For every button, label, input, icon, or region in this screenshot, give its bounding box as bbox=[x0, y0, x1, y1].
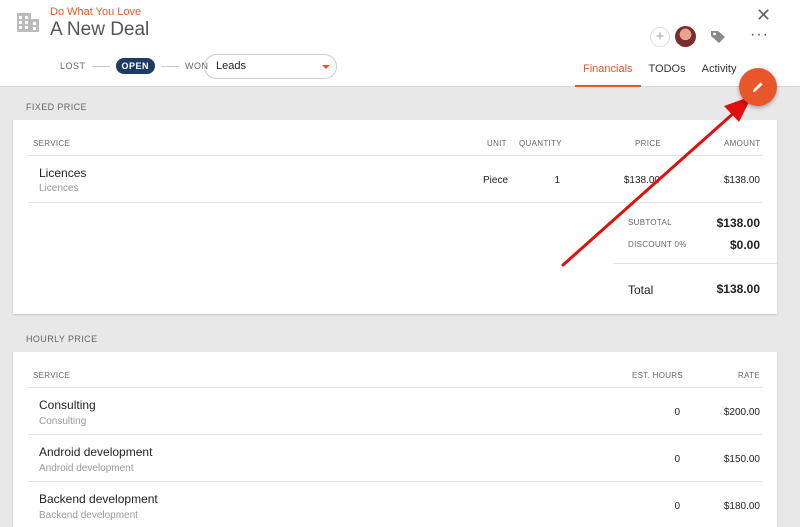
deal-header: Do What You Love A New Deal LOST OPEN WO… bbox=[0, 0, 800, 87]
service-name: Consulting bbox=[39, 398, 96, 412]
building-icon bbox=[17, 13, 39, 32]
close-icon[interactable]: ✕ bbox=[756, 5, 771, 26]
discount-value: $0.00 bbox=[729, 238, 760, 252]
deal-status-selector: LOST OPEN WON bbox=[60, 57, 209, 75]
col-service: SERVICE bbox=[33, 371, 71, 380]
fixed-price-title: FIXED PRICE bbox=[26, 102, 87, 112]
hours-cell: 0 bbox=[674, 407, 680, 418]
divider bbox=[28, 434, 762, 435]
total-value: $138.00 bbox=[716, 282, 760, 296]
col-est-hours: EST. HOURS bbox=[632, 371, 684, 380]
service-name: Backend development bbox=[39, 492, 158, 506]
status-divider bbox=[161, 65, 180, 67]
divider bbox=[28, 481, 762, 482]
col-service: SERVICE bbox=[33, 139, 71, 148]
tab-financials[interactable]: Financials bbox=[575, 56, 641, 87]
pipeline-value: Leads bbox=[216, 60, 246, 72]
col-amount: AMOUNT bbox=[724, 139, 761, 148]
rate-cell: $200.00 bbox=[723, 407, 760, 418]
col-quantity: QUANTITY bbox=[519, 139, 562, 148]
divider bbox=[613, 263, 777, 264]
status-open[interactable]: OPEN bbox=[115, 58, 156, 74]
service-description: Android development bbox=[39, 463, 134, 474]
pencil-icon bbox=[753, 82, 763, 92]
fixed-price-card: SERVICE UNIT QUANTITY PRICE AMOUNT Licen… bbox=[13, 120, 777, 314]
service-name: Licences bbox=[39, 166, 87, 180]
hourly-price-title: HOURLY PRICE bbox=[26, 334, 98, 344]
divider bbox=[28, 387, 762, 388]
service-name: Android development bbox=[39, 445, 153, 459]
add-user-button[interactable]: + bbox=[650, 27, 670, 47]
service-description: Licences bbox=[39, 183, 79, 194]
total-label: Total bbox=[628, 283, 654, 297]
col-price: PRICE bbox=[635, 139, 661, 148]
status-lost[interactable]: LOST bbox=[60, 61, 86, 71]
tab-todos[interactable]: TODOs bbox=[641, 56, 694, 87]
discount-label: DISCOUNT 0% bbox=[628, 240, 687, 249]
more-icon[interactable]: ··· bbox=[750, 26, 769, 44]
rate-cell: $150.00 bbox=[723, 454, 760, 465]
hourly-price-card: SERVICE EST. HOURS RATE Consulting Consu… bbox=[13, 352, 777, 527]
unit-cell: Piece bbox=[482, 175, 508, 186]
company-link[interactable]: Do What You Love bbox=[50, 6, 141, 18]
deal-title[interactable]: A New Deal bbox=[50, 19, 149, 41]
hours-cell: 0 bbox=[674, 501, 680, 512]
chevron-down-icon bbox=[322, 65, 330, 69]
col-rate: RATE bbox=[738, 371, 760, 380]
pipeline-select[interactable]: Leads bbox=[204, 54, 337, 79]
deal-tabs: Financials TODOs Activity bbox=[575, 56, 744, 87]
service-description: Consulting bbox=[39, 416, 87, 427]
price-cell: $138.00 bbox=[623, 175, 660, 186]
tab-activity[interactable]: Activity bbox=[694, 56, 745, 87]
quantity-cell: 1 bbox=[554, 175, 560, 186]
subtotal-label: SUBTOTAL bbox=[628, 218, 672, 227]
subtotal-value: $138.00 bbox=[716, 216, 760, 230]
status-divider bbox=[91, 65, 110, 67]
avatar[interactable] bbox=[675, 26, 696, 47]
service-description: Backend development bbox=[39, 510, 138, 521]
edit-button[interactable] bbox=[739, 68, 777, 106]
rate-cell: $180.00 bbox=[723, 501, 760, 512]
amount-cell: $138.00 bbox=[723, 175, 760, 186]
divider bbox=[28, 155, 762, 156]
col-unit: UNIT bbox=[487, 139, 507, 148]
hours-cell: 0 bbox=[674, 454, 680, 465]
divider bbox=[28, 202, 762, 203]
tag-icon[interactable] bbox=[710, 30, 726, 44]
